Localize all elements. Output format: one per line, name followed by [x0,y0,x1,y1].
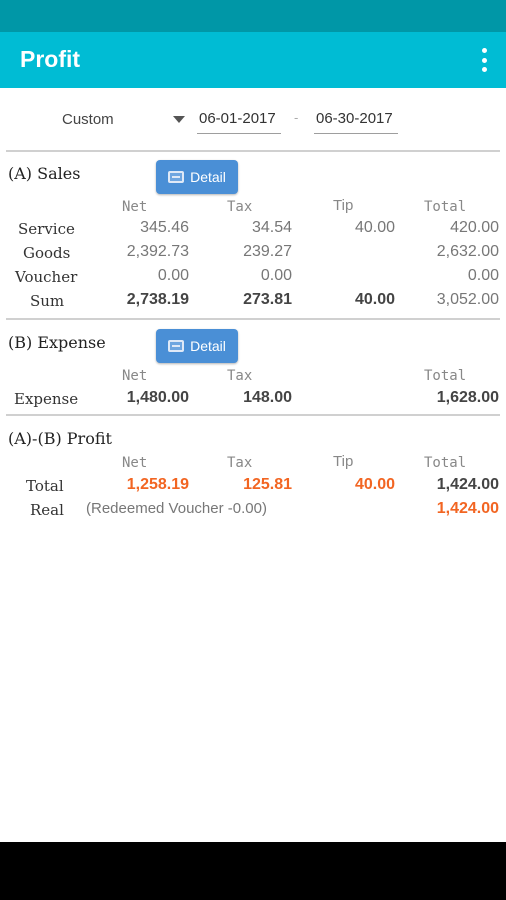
profit-tax: 125.81 [243,476,292,493]
expense-detail-label: Detail [190,338,226,354]
expense-tax: 148.00 [243,389,292,406]
column-header-tip: Tip [333,197,354,214]
navigation-bar [0,842,506,900]
divider [6,150,500,152]
more-vert-icon[interactable] [480,48,488,72]
goods-tax: 239.27 [243,243,292,260]
sum-tax: 273.81 [243,291,292,308]
profit-title: (A)-(B) Profit [8,429,112,448]
column-header-total: Total [424,199,467,215]
row-label-sum: Sum [30,292,65,310]
to-date-field[interactable]: 06-30-2017 [314,108,398,134]
goods-total: 2,632.00 [436,243,499,260]
from-date-field[interactable]: 06-01-2017 [197,108,281,134]
voucher-tax: 0.00 [260,267,292,284]
voucher-net: 0.00 [157,267,189,284]
expense-detail-button[interactable]: Detail [156,329,238,363]
service-tip: 40.00 [354,219,395,236]
range-select[interactable]: Custom [62,111,114,128]
dropdown-arrow-icon[interactable] [173,116,185,123]
column-header-tax: Tax [227,199,253,215]
column-header-tax: Tax [227,368,253,384]
column-header-net: Net [122,368,148,384]
row-label-real: Real [30,501,64,519]
row-label-voucher: Voucher [15,268,78,286]
expense-title: (B) Expense [8,333,106,352]
service-total: 420.00 [450,219,499,236]
goods-net: 2,392.73 [126,243,189,260]
status-bar [0,0,506,32]
sum-net: 2,738.19 [126,291,189,308]
row-label-service: Service [18,220,75,238]
voucher-total: 0.00 [467,267,499,284]
list-icon [168,171,185,183]
page-title: Profit [20,46,81,72]
sales-detail-label: Detail [190,169,226,185]
app-bar: Profit [0,32,506,88]
real-total: 1,424.00 [436,500,499,517]
expense-total: 1,628.00 [436,389,499,406]
profit-tip: 40.00 [354,476,395,493]
row-label-expense: Expense [14,390,79,408]
date-filter: Custom 06-01-2017 - 06-30-2017 [0,88,506,150]
expense-net: 1,480.00 [126,389,189,406]
row-label-goods: Goods [23,244,71,262]
column-header-tax: Tax [227,455,253,471]
date-separator: - [294,110,299,125]
service-net: 345.46 [140,219,189,236]
divider [6,318,500,320]
sum-tip: 40.00 [354,291,395,308]
profit-total: 1,424.00 [436,476,499,493]
service-tax: 34.54 [251,219,292,236]
row-label-total: Total [26,477,64,495]
column-header-net: Net [122,199,148,215]
column-header-tip: Tip [333,453,354,470]
column-header-net: Net [122,455,148,471]
sales-detail-button[interactable]: Detail [156,160,238,194]
sales-title: (A) Sales [8,164,81,183]
redeemed-voucher-note: (Redeemed Voucher -0.00) [86,500,267,517]
profit-net: 1,258.19 [126,476,189,493]
list-icon [168,340,185,352]
sum-total: 3,052.00 [436,291,499,308]
column-header-total: Total [424,455,467,471]
divider [6,414,500,416]
column-header-total: Total [424,368,467,384]
